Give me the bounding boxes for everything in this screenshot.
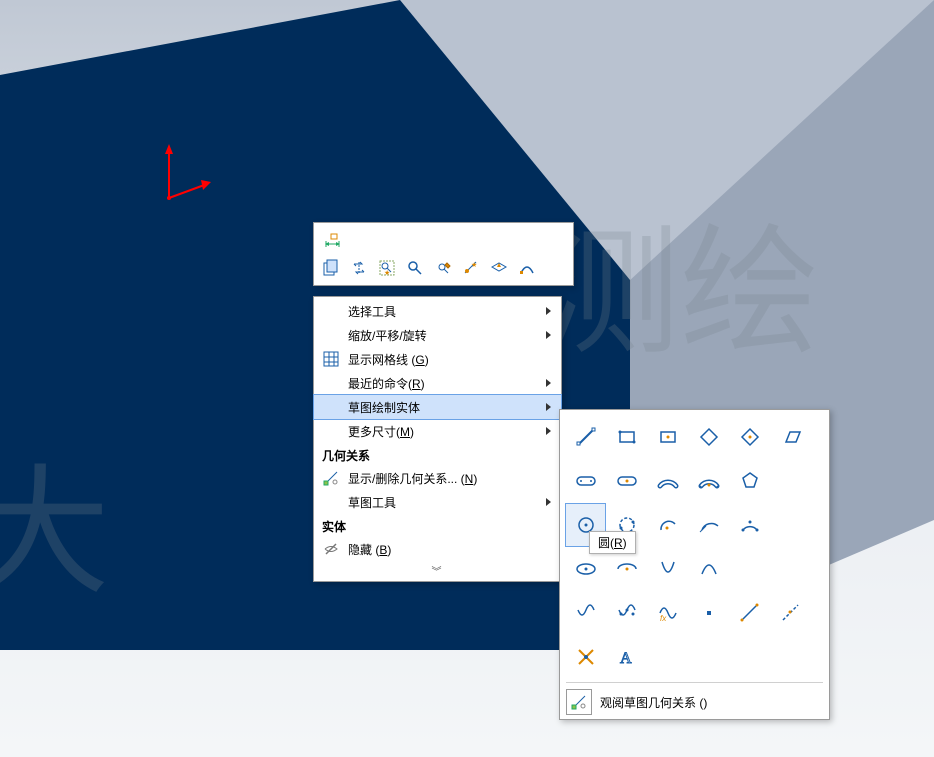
empty-cell — [730, 636, 769, 678]
arc-3pt-icon[interactable] — [730, 504, 769, 546]
menu-more-dimensions[interactable]: 更多尺寸(M) — [314, 419, 561, 443]
empty-cell — [771, 460, 810, 502]
svg-text:★: ★ — [471, 261, 477, 269]
chevron-right-icon — [546, 307, 551, 315]
tooltip-label: 圆(R) — [598, 536, 627, 550]
svg-text:fx: fx — [660, 614, 667, 623]
spline-icon[interactable] — [566, 592, 605, 634]
menu-section-geom: 几何关系 — [314, 443, 561, 466]
menu-expand-chevron[interactable]: ︾ — [314, 561, 561, 579]
ellipse-icon[interactable] — [566, 548, 605, 590]
menu-label: 草图绘制实体 — [348, 399, 420, 416]
circle-tooltip: 圆(R) — [589, 531, 636, 554]
relations-icon — [322, 469, 340, 487]
context-menu: 选择工具 缩放/平移/旋转 显示网格线 (G) 最近的命令(R) 草图绘制实体 … — [313, 296, 562, 582]
flyout-footer-label[interactable]: 观阅草图几何关系 () — [600, 694, 707, 711]
menu-label: 显示/删除几何关系... (N) — [348, 470, 477, 487]
context-toolbar: ★ ★ — [313, 222, 574, 286]
slot-center-icon[interactable] — [607, 460, 646, 502]
sketch-icon[interactable] — [516, 257, 538, 279]
sketch-entities-flyout: fx A 观阅草图几何关系 () — [559, 409, 830, 720]
grid-icon — [322, 350, 340, 368]
empty-cell — [648, 636, 687, 678]
svg-text:★: ★ — [384, 269, 390, 277]
normal-icon[interactable] — [488, 257, 510, 279]
hide-icon — [322, 540, 340, 558]
zoom-area-icon[interactable]: ★ — [376, 257, 398, 279]
centerline-icon[interactable] — [730, 592, 769, 634]
menu-label: 更多尺寸(M) — [348, 423, 414, 440]
swap-icon[interactable] — [348, 257, 370, 279]
conic-icon[interactable] — [689, 548, 728, 590]
midline-icon[interactable] — [771, 592, 810, 634]
parallelogram-icon[interactable] — [771, 416, 810, 458]
arc-center-icon[interactable] — [648, 504, 687, 546]
menu-section-body: 实体 — [314, 514, 561, 537]
svg-text:A: A — [620, 650, 632, 667]
menu-label: 选择工具 — [348, 303, 396, 320]
empty-cell — [730, 548, 769, 590]
line-icon[interactable] — [566, 416, 605, 458]
rect-center-icon[interactable] — [648, 416, 687, 458]
slot-icon[interactable] — [566, 460, 605, 502]
ellipse-partial-icon[interactable] — [607, 548, 646, 590]
chevron-right-icon — [546, 498, 551, 506]
menu-label: 缩放/平移/旋转 — [348, 327, 427, 344]
relations-view-icon[interactable] — [566, 689, 592, 715]
spline-fit-icon[interactable] — [607, 592, 646, 634]
menu-select-tools[interactable]: 选择工具 — [314, 299, 561, 323]
menu-sketch-tools[interactable]: 草图工具 — [314, 490, 561, 514]
diamond-icon[interactable] — [689, 416, 728, 458]
diamond-center-icon[interactable] — [730, 416, 769, 458]
measure-icon[interactable] — [432, 257, 454, 279]
slot-arc-icon[interactable] — [648, 460, 687, 502]
point-icon[interactable] — [689, 592, 728, 634]
menu-recent-commands[interactable]: 最近的命令(R) — [314, 371, 561, 395]
empty-cell — [689, 636, 728, 678]
text-a-icon[interactable]: A — [607, 636, 646, 678]
menu-show-grid[interactable]: 显示网格线 (G) — [314, 347, 561, 371]
empty-cell — [771, 636, 810, 678]
dimension-icon[interactable] — [322, 229, 344, 251]
text-bold-icon[interactable] — [566, 636, 605, 678]
menu-sketch-entities[interactable]: 草图绘制实体 — [314, 395, 561, 419]
polygon-icon[interactable] — [730, 460, 769, 502]
chevron-right-icon — [546, 379, 551, 387]
constraint-icon[interactable]: ★ — [460, 257, 482, 279]
rect-corner-icon[interactable] — [607, 416, 646, 458]
arc-tangent-icon[interactable] — [689, 504, 728, 546]
zoom-fit-icon[interactable] — [404, 257, 426, 279]
menu-hide[interactable]: 隐藏 (B) — [314, 537, 561, 561]
copy-icon[interactable] — [320, 257, 342, 279]
empty-cell — [771, 504, 810, 546]
equation-curve-icon[interactable]: fx — [648, 592, 687, 634]
menu-label: 隐藏 (B) — [348, 541, 391, 558]
empty-cell — [771, 548, 810, 590]
chevron-right-icon — [546, 331, 551, 339]
menu-show-delete-relations[interactable]: 显示/删除几何关系... (N) — [314, 466, 561, 490]
chevron-right-icon — [546, 403, 551, 411]
menu-zoom-pan-rotate[interactable]: 缩放/平移/旋转 — [314, 323, 561, 347]
slot-arc-center-icon[interactable] — [689, 460, 728, 502]
menu-label: 草图工具 — [348, 494, 396, 511]
chevron-right-icon — [546, 427, 551, 435]
menu-label: 最近的命令(R) — [348, 375, 425, 392]
parabola-icon[interactable] — [648, 548, 687, 590]
menu-label: 显示网格线 (G) — [348, 351, 429, 368]
